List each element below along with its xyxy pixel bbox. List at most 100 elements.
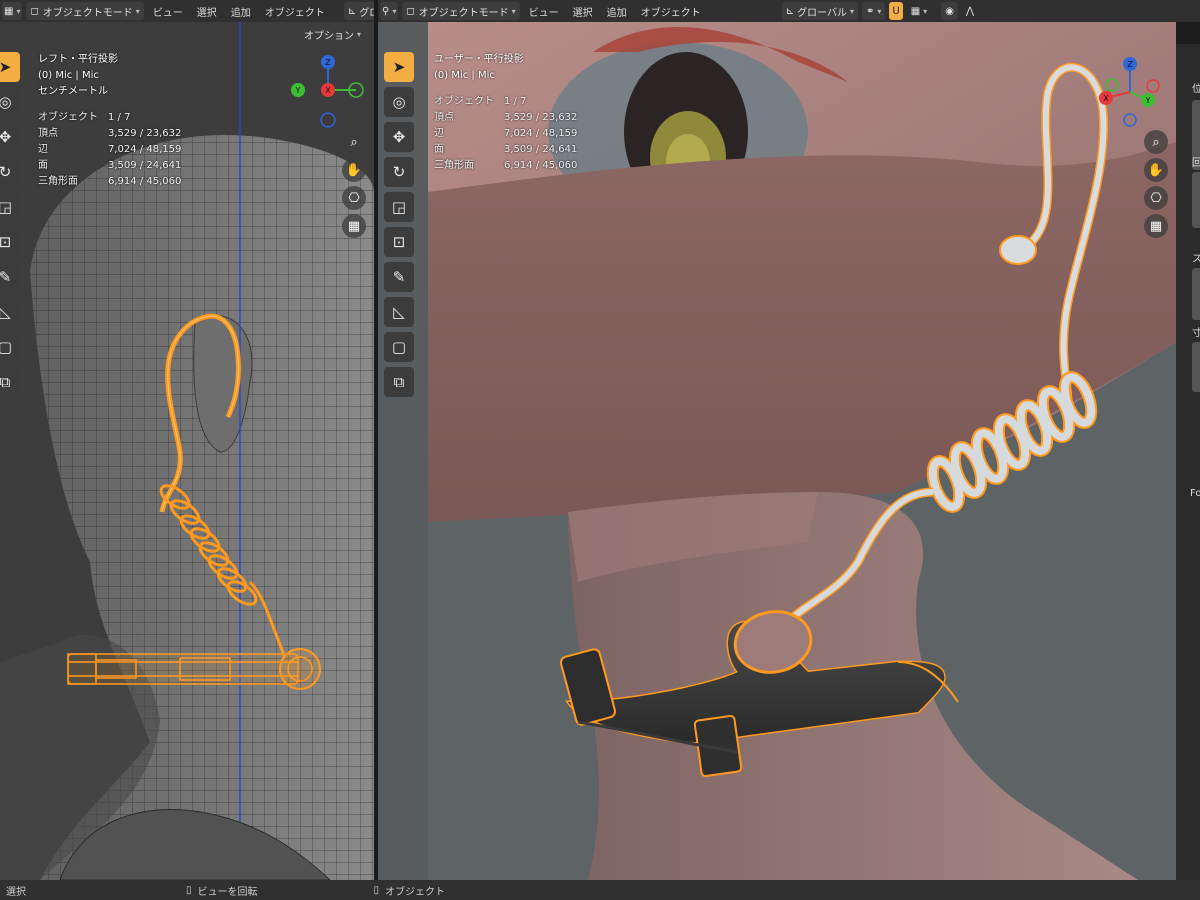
transform-icon[interactable]: ⊡ bbox=[384, 227, 414, 257]
menu-view[interactable]: ビュー bbox=[522, 4, 566, 19]
cursor-3d-icon[interactable]: ◎ bbox=[0, 87, 20, 117]
mode-dropdown[interactable]: ◻ オブジェクトモード ▾ bbox=[402, 2, 520, 20]
add-object-icon[interactable]: ⧉ bbox=[0, 367, 20, 397]
pivot-point-dropdown[interactable]: ⚭ ▾ bbox=[861, 2, 886, 20]
stat-row: 三角形面 6,914 / 45,060 bbox=[434, 158, 577, 174]
stat-label: オブジェクト bbox=[38, 112, 98, 123]
hand-icon[interactable]: ✋ bbox=[342, 158, 366, 182]
measure-icon[interactable]: ◺ bbox=[0, 297, 20, 327]
left-viewport[interactable]: レフト・平行投影 (0) Mic | Mic センチメートル オブジェクト 1 /… bbox=[0, 22, 374, 880]
proportional-icon: ◉ bbox=[945, 5, 954, 17]
cursor-select-icon[interactable]: ➤ bbox=[384, 52, 414, 82]
neg-z-axis-icon[interactable] bbox=[320, 112, 336, 128]
menu-add[interactable]: 追加 bbox=[224, 4, 258, 19]
x-axis-label: X bbox=[325, 86, 331, 95]
menu-view[interactable]: ビュー bbox=[146, 4, 190, 19]
status-select-label: 選択 bbox=[6, 886, 26, 898]
falloff-dropdown[interactable]: ⋀ bbox=[962, 2, 978, 20]
navigation-gizmo[interactable]: Z Y X bbox=[288, 52, 368, 132]
proportional-edit-toggle[interactable]: ◉ bbox=[941, 2, 958, 20]
snap-target-dropdown[interactable]: ▦ ▾ bbox=[907, 2, 931, 20]
grid-icon[interactable]: ▦ bbox=[342, 214, 366, 238]
cursor-select-icon[interactable]: ➤ bbox=[0, 52, 20, 82]
scale-icon[interactable]: ◲ bbox=[0, 192, 20, 222]
chevron-down-icon: ▾ bbox=[877, 6, 882, 16]
annotate-icon[interactable]: ✎ bbox=[384, 262, 414, 292]
status-bar: 選択 ▯ ビューを回転 ▯ オブジェクト bbox=[0, 880, 1200, 900]
stat-row: 辺 7,024 / 48,159 bbox=[434, 126, 577, 142]
camera-icon[interactable]: ⎔ bbox=[1144, 186, 1168, 210]
prop-field-dimensions[interactable] bbox=[1192, 342, 1200, 392]
stat-value: 1 / 7 bbox=[108, 112, 131, 123]
neg-y-axis-icon[interactable] bbox=[1105, 78, 1119, 92]
snap-grid-icon: ▦ bbox=[910, 5, 921, 17]
stat-row: 三角形面 6,914 / 45,060 bbox=[38, 174, 181, 190]
link-icon: ⚭ bbox=[865, 5, 875, 17]
right-viewport[interactable]: ユーザー・平行投影 (0) Mic | Mic オブジェクト 1 / 7 頂点 3,… bbox=[378, 22, 1176, 880]
measure-icon[interactable]: ◺ bbox=[384, 297, 414, 327]
menu-select[interactable]: 選択 bbox=[190, 4, 224, 19]
orientation-icon: ⊾ bbox=[785, 5, 795, 17]
transform-icon[interactable]: ⊡ bbox=[0, 227, 20, 257]
mouse-icon: ▯ bbox=[186, 884, 192, 896]
add-cube-icon[interactable]: ▢ bbox=[0, 332, 20, 362]
menu-add[interactable]: 追加 bbox=[600, 4, 634, 19]
stat-label: 頂点 bbox=[434, 112, 454, 123]
rotate-icon[interactable]: ↻ bbox=[0, 157, 20, 187]
add-cube-icon[interactable]: ▢ bbox=[384, 332, 414, 362]
move-icon[interactable]: ✥ bbox=[384, 122, 414, 152]
navigation-gizmo[interactable]: Z X Y bbox=[1090, 52, 1170, 132]
snap-toggle[interactable]: ᑌ bbox=[889, 2, 903, 20]
menu-object[interactable]: オブジェクト bbox=[634, 4, 708, 19]
chevron-down-icon: ▾ bbox=[923, 6, 928, 16]
stat-value: 7,024 / 48,159 bbox=[108, 144, 182, 155]
hand-icon[interactable]: ✋ bbox=[1144, 158, 1168, 182]
neg-x-axis-icon[interactable] bbox=[1146, 79, 1160, 93]
chevron-down-icon: ▾ bbox=[849, 6, 854, 16]
stat-label: 面 bbox=[434, 144, 444, 155]
view-units: センチメートル bbox=[38, 86, 108, 97]
prop-label-dimensions: 寸 bbox=[1192, 328, 1200, 339]
chevron-down-icon: ▾ bbox=[16, 6, 21, 16]
cursor-3d-icon[interactable]: ◎ bbox=[384, 87, 414, 117]
transform-orientation-dropdown[interactable]: ⊾ グローバル ▾ bbox=[781, 2, 858, 20]
stat-value: 7,024 / 48,159 bbox=[504, 128, 578, 139]
prop-field-scale[interactable] bbox=[1192, 268, 1200, 320]
stat-row: 頂点 3,529 / 23,632 bbox=[434, 110, 577, 126]
editor-type-button[interactable]: ▦ ▾ bbox=[2, 2, 23, 20]
rotate-icon[interactable]: ↻ bbox=[384, 157, 414, 187]
zoom-icon[interactable]: ⌕ bbox=[342, 130, 366, 154]
stat-row: オブジェクト 1 / 7 bbox=[38, 110, 181, 126]
view-info: レフト・平行投影 (0) Mic | Mic センチメートル bbox=[38, 52, 118, 100]
prop-label-fo: Fo bbox=[1190, 488, 1200, 499]
chevron-down-icon: ▾ bbox=[392, 6, 397, 16]
left-header: ▦▾ ◻ オブジェクトモード ▾ ビュー 選択 追加 オブジェクト ⊾ グロ bbox=[0, 0, 374, 22]
add-object-icon[interactable]: ⧉ bbox=[384, 367, 414, 397]
orientation-label: グローバル bbox=[797, 7, 847, 19]
neg-z-axis-icon[interactable] bbox=[1123, 113, 1137, 127]
falloff-curve-icon: ⋀ bbox=[965, 5, 975, 17]
scene-statistics: オブジェクト 1 / 7 頂点 3,529 / 23,632 辺 7,024 / 48… bbox=[38, 110, 181, 190]
menu-object[interactable]: オブジェクト bbox=[258, 4, 332, 19]
scale-icon[interactable]: ◲ bbox=[384, 192, 414, 222]
transform-orientation-dropdown[interactable]: ⊾ グロ bbox=[343, 2, 374, 20]
annotate-icon[interactable]: ✎ bbox=[0, 262, 20, 292]
options-dropdown[interactable]: オプション ▾ bbox=[300, 25, 366, 43]
prop-field-rotation[interactable] bbox=[1192, 172, 1200, 228]
stat-value: 3,509 / 24,641 bbox=[504, 144, 578, 155]
view-collection: (0) Mic | Mic bbox=[434, 70, 495, 81]
y-axis-label: Y bbox=[1145, 96, 1151, 105]
view-collection: (0) Mic | Mic bbox=[38, 70, 99, 81]
stat-label: 三角形面 bbox=[434, 160, 474, 171]
editor-type-button[interactable]: ⚲ ▾ bbox=[380, 2, 399, 20]
zoom-icon[interactable]: ⌕ bbox=[1144, 130, 1168, 154]
mode-label: オブジェクトモード bbox=[42, 7, 133, 19]
move-icon[interactable]: ✥ bbox=[0, 122, 20, 152]
x-axis-label: X bbox=[1103, 94, 1109, 103]
orientation-label: グロ bbox=[359, 7, 374, 19]
menu-select[interactable]: 選択 bbox=[566, 4, 600, 19]
camera-icon[interactable]: ⎔ bbox=[342, 186, 366, 210]
mode-dropdown[interactable]: ◻ オブジェクトモード ▾ bbox=[26, 2, 144, 20]
grid-icon[interactable]: ▦ bbox=[1144, 214, 1168, 238]
prop-label-location: 位 bbox=[1192, 84, 1200, 95]
